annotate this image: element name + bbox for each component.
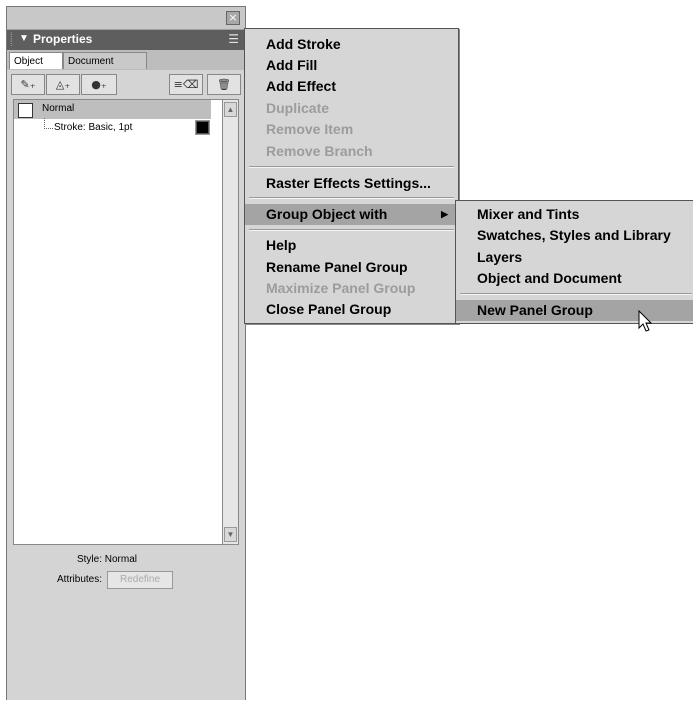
submenu-item-layers[interactable]: Layers (456, 247, 693, 268)
menu-item-remove-branch: Remove Branch (266, 143, 373, 159)
menu-item-raster-effects-settings[interactable]: Raster Effects Settings... (245, 173, 458, 194)
submenu-item-object-and-document[interactable]: Object and Document (456, 268, 693, 289)
menu-item-add-stroke[interactable]: Add Stroke (245, 34, 458, 55)
panel-tabs: Object Document (7, 50, 245, 70)
delete-all-icon[interactable]: ≡⌫ (169, 74, 203, 95)
attributes-label: Attributes: (57, 574, 103, 585)
menu-item-duplicate: Duplicate (266, 100, 330, 116)
panel-title: Properties (33, 32, 93, 46)
properties-toolbar: ✎₊ ◬₊ ●₊ ≡⌫ 🗑 (11, 74, 241, 96)
object-swatch-icon (18, 103, 33, 118)
panel-title-bar[interactable]: ⁞ ⁞ ▼ Properties ☰ (7, 30, 245, 50)
add-stroke-button[interactable]: ✎₊ (11, 74, 45, 95)
panel-top-bar: × (7, 7, 245, 30)
menu-item-help[interactable]: Help (245, 235, 458, 256)
properties-panel: × ⁞ ⁞ ▼ Properties ☰ Object Document ✎₊ ◬… (6, 6, 246, 700)
menu-separator (249, 166, 454, 168)
mouse-pointer-icon (638, 310, 653, 332)
menu-item-add-effect[interactable]: Add Effect (245, 76, 458, 97)
submenu-item-mixer-and-tints[interactable]: Mixer and Tints (456, 204, 693, 225)
menu-item-rename-panel-group[interactable]: Rename Panel Group (245, 257, 458, 278)
menu-item-remove-item: Remove Item (266, 121, 354, 137)
panel-options-icon[interactable]: ☰ (228, 32, 239, 46)
menu-separator (460, 293, 692, 295)
menu-separator (249, 229, 454, 231)
menu-item-label: Group Object with (266, 206, 388, 222)
attribute-list: Normal Stroke: Basic, 1pt (13, 99, 229, 545)
submenu-arrow-icon: ▶ (441, 209, 448, 219)
tree-connector (44, 118, 53, 129)
tab-object[interactable]: Object (9, 52, 63, 69)
scroll-down-icon[interactable]: ▼ (224, 527, 237, 542)
submenu-item-swatches-styles-library[interactable]: Swatches, Styles and Library (456, 225, 693, 246)
panel-options-menu: Add Stroke Add Fill Add Effect Duplicate… (244, 28, 459, 324)
trash-icon[interactable]: 🗑 (207, 74, 241, 95)
group-with-submenu: Mixer and Tints Swatches, Styles and Lib… (455, 200, 693, 324)
redefine-button[interactable]: Redefine (107, 571, 173, 589)
tab-document[interactable]: Document (63, 52, 147, 69)
list-item-stroke[interactable]: Stroke: Basic, 1pt (14, 118, 211, 138)
menu-item-group-object-with[interactable]: Group Object with ▶ (245, 204, 458, 225)
scroll-up-icon[interactable]: ▲ (224, 102, 237, 117)
list-item-normal[interactable]: Normal (14, 100, 211, 119)
stroke-color-swatch[interactable] (195, 120, 210, 135)
list-item-label: Normal (42, 103, 75, 114)
add-fill-button[interactable]: ◬₊ (46, 74, 80, 95)
style-status: Style: Normal (76, 554, 137, 565)
menu-item-close-panel-group[interactable]: Close Panel Group (245, 299, 458, 320)
add-effect-button[interactable]: ●₊ (81, 74, 117, 95)
submenu-item-new-panel-group[interactable]: New Panel Group (456, 300, 693, 321)
vertical-scrollbar[interactable]: ▲ ▼ (222, 99, 239, 545)
collapse-arrow-icon[interactable]: ▼ (19, 33, 29, 44)
menu-separator (249, 197, 454, 199)
close-icon[interactable]: × (226, 11, 240, 25)
list-item-label: Stroke: Basic, 1pt (54, 122, 133, 133)
menu-item-maximize-panel-group: Maximize Panel Group (266, 280, 416, 296)
grip-icon[interactable]: ⁞ ⁞ (10, 32, 14, 48)
menu-item-add-fill[interactable]: Add Fill (245, 55, 458, 76)
